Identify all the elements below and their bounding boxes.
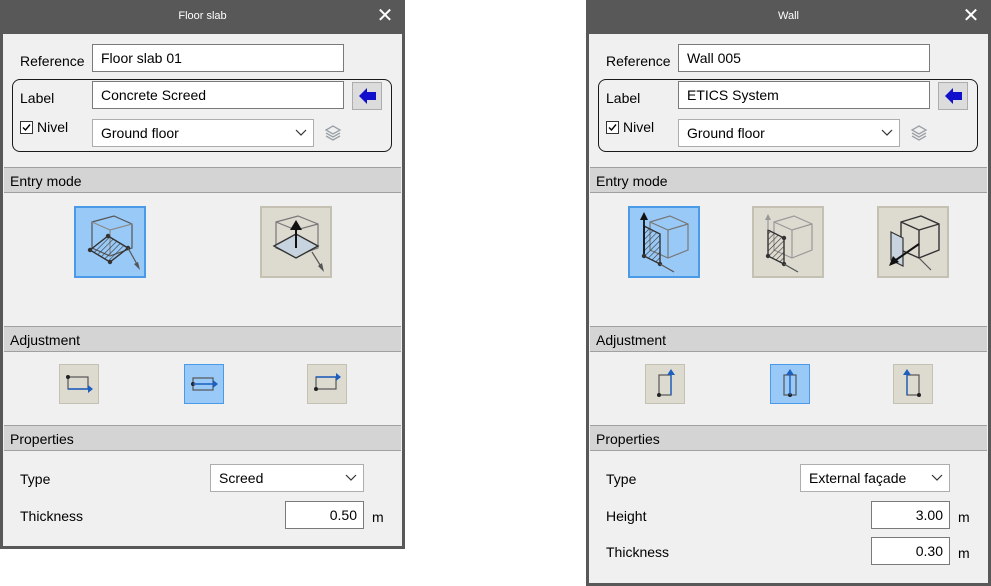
- level-select-value: Ground floor: [687, 125, 765, 141]
- wall-align-right-icon: [903, 369, 921, 397]
- close-icon[interactable]: ✕: [373, 4, 397, 28]
- nivel-label: Nivel: [37, 119, 69, 135]
- thickness-input[interactable]: 0.30: [871, 537, 950, 565]
- wall-room-icon: [889, 215, 940, 271]
- entry-mode-polyline-button[interactable]: [628, 206, 700, 278]
- adjust-left-button[interactable]: [645, 364, 685, 404]
- entry-mode-face-button[interactable]: [752, 206, 824, 278]
- type-select-value: Screed: [219, 470, 264, 486]
- checkmark-icon: [608, 124, 617, 132]
- label-label: Label: [20, 90, 55, 106]
- type-select-value: External façade: [809, 470, 907, 486]
- height-label: Height: [606, 508, 647, 524]
- chevron-down-icon: [295, 120, 307, 146]
- title-bar: Floor slab ✕: [0, 0, 405, 34]
- wall-align-center-icon: [783, 369, 797, 397]
- wall-align-left-icon: [657, 369, 675, 397]
- properties-header: Properties: [4, 425, 401, 451]
- panel-title: Wall: [778, 10, 799, 22]
- label-input[interactable]: Concrete Screed: [92, 81, 344, 109]
- reference-label: Reference: [606, 53, 671, 69]
- reference-label: Reference: [20, 53, 85, 69]
- panel-body: Reference Wall 005 Label ETICS System Ni…: [589, 34, 988, 583]
- height-unit: m: [958, 509, 970, 525]
- thickness-input[interactable]: 0.50: [285, 501, 364, 529]
- label-label: Label: [606, 90, 641, 106]
- wall-face-icon: [765, 214, 813, 273]
- panel-title: Floor slab: [178, 10, 227, 22]
- type-select[interactable]: Screed: [210, 464, 364, 492]
- align-center-arrow-icon: [191, 377, 218, 391]
- level-select[interactable]: Ground floor: [92, 119, 314, 147]
- layers-icon[interactable]: [909, 123, 929, 143]
- chevron-down-icon: [345, 465, 357, 491]
- floor-slab-panel: Floor slab ✕ Reference Floor slab 01 Lab…: [0, 0, 405, 549]
- label-pick-button[interactable]: [352, 82, 382, 110]
- checkmark-icon: [22, 124, 31, 132]
- entry-mode-polygon-button[interactable]: [74, 206, 146, 278]
- chevron-down-icon: [881, 120, 893, 146]
- adjust-center-button[interactable]: [770, 364, 810, 404]
- adjust-center-button[interactable]: [184, 364, 224, 404]
- reference-input[interactable]: Floor slab 01: [92, 44, 344, 72]
- wall-polyline-icon: [640, 212, 689, 273]
- type-label: Type: [606, 471, 637, 487]
- title-bar: Wall ✕: [586, 0, 991, 34]
- close-icon[interactable]: ✕: [959, 4, 983, 28]
- chevron-down-icon: [931, 465, 943, 491]
- adjust-bottom-button[interactable]: [307, 364, 347, 404]
- adjustment-header: Adjustment: [4, 326, 401, 352]
- thickness-label: Thickness: [20, 508, 84, 524]
- thickness-label: Thickness: [606, 544, 670, 560]
- level-select[interactable]: Ground floor: [678, 119, 900, 147]
- label-input[interactable]: ETICS System: [678, 81, 930, 109]
- nivel-label: Nivel: [623, 119, 655, 135]
- label-pick-button[interactable]: [938, 82, 968, 110]
- arrow-left-icon: [359, 88, 376, 104]
- layers-icon[interactable]: [323, 123, 343, 143]
- type-select[interactable]: External façade: [800, 464, 950, 492]
- entry-mode-room-button[interactable]: [877, 206, 949, 278]
- level-select-value: Ground floor: [101, 125, 179, 141]
- arrow-left-icon: [945, 88, 962, 104]
- type-label: Type: [20, 471, 51, 487]
- entry-mode-header: Entry mode: [4, 167, 401, 193]
- wall-panel: Wall ✕ Reference Wall 005 Label ETICS Sy…: [586, 0, 991, 586]
- panel-body: Reference Floor slab 01 Label Concrete S…: [3, 34, 402, 546]
- adjust-top-button[interactable]: [59, 364, 99, 404]
- nivel-checkbox[interactable]: [606, 121, 619, 134]
- align-bottom-arrow-icon: [314, 373, 341, 391]
- nivel-checkbox[interactable]: [20, 121, 33, 134]
- entry-mode-extrude-button[interactable]: [260, 206, 332, 278]
- thickness-unit: m: [958, 545, 970, 561]
- thickness-unit: m: [372, 509, 384, 525]
- properties-header: Properties: [590, 425, 987, 451]
- adjust-right-button[interactable]: [893, 364, 933, 404]
- entry-mode-header: Entry mode: [590, 167, 987, 193]
- adjustment-header: Adjustment: [590, 326, 987, 352]
- floor-slab-extrude-icon: [272, 215, 324, 272]
- reference-input[interactable]: Wall 005: [678, 44, 930, 72]
- height-input[interactable]: 3.00: [871, 501, 950, 529]
- floor-slab-polygon-icon: [87, 215, 140, 270]
- align-top-arrow-icon: [66, 375, 93, 393]
